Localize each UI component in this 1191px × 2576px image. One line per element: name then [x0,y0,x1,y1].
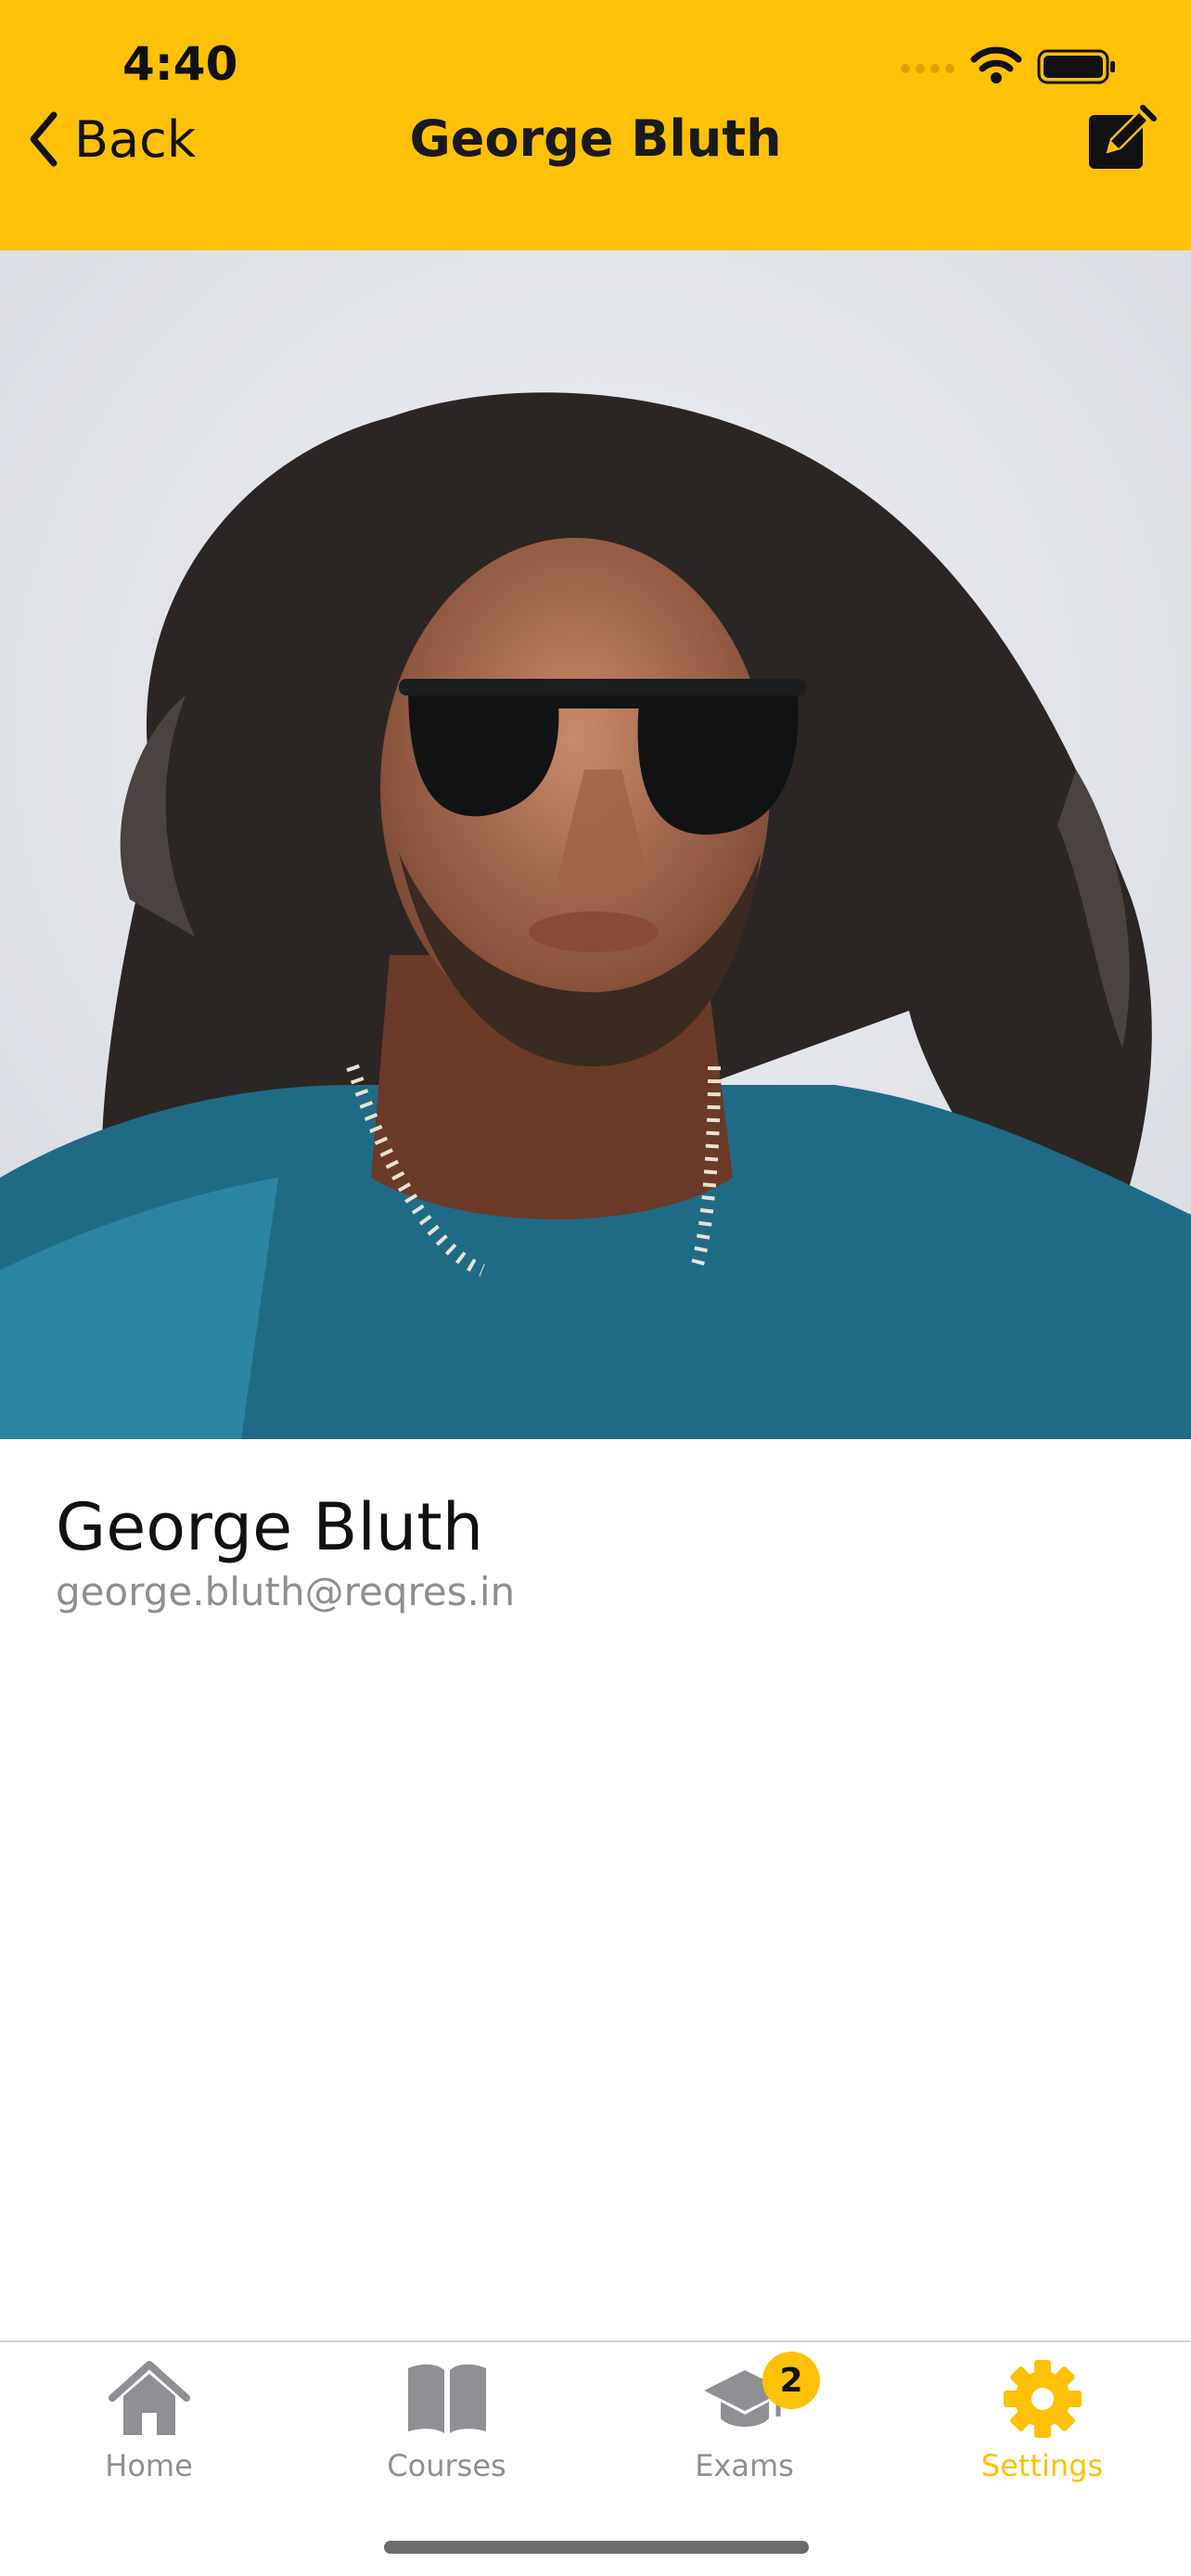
tab-home[interactable]: Home [0,2342,298,2509]
tab-settings[interactable]: Settings [893,2342,1191,2509]
signal-icon [901,64,954,73]
home-indicator [384,2541,809,2554]
page-title: George Bluth [409,109,782,168]
tab-label-home: Home [105,2448,193,2483]
tab-label-exams: Exams [695,2448,794,2483]
book-icon [407,2364,486,2433]
gear-icon [1003,2360,1082,2438]
tab-label-settings: Settings [980,2448,1104,2483]
tab-courses[interactable]: Courses [298,2342,596,2509]
status-time: 4:40 [122,37,238,91]
edit-icon[interactable] [1083,102,1158,176]
home-icon [108,2361,190,2435]
tab-exams[interactable]: 2 Exams [596,2342,893,2509]
wifi-icon [970,46,1022,83]
profile-photo [0,250,1191,1439]
tab-label-courses: Courses [387,2448,506,2483]
exams-badge: 2 [762,2352,820,2409]
header: 4:40 Back George Bluth [0,0,1191,250]
battery-icon [1037,49,1115,84]
profile-email: george.bluth@reqres.in [56,1569,516,1614]
profile-screen: 4:40 Back George Bluth George Bluth geor… [0,0,1191,2576]
profile-name: George Bluth [56,1489,484,1565]
